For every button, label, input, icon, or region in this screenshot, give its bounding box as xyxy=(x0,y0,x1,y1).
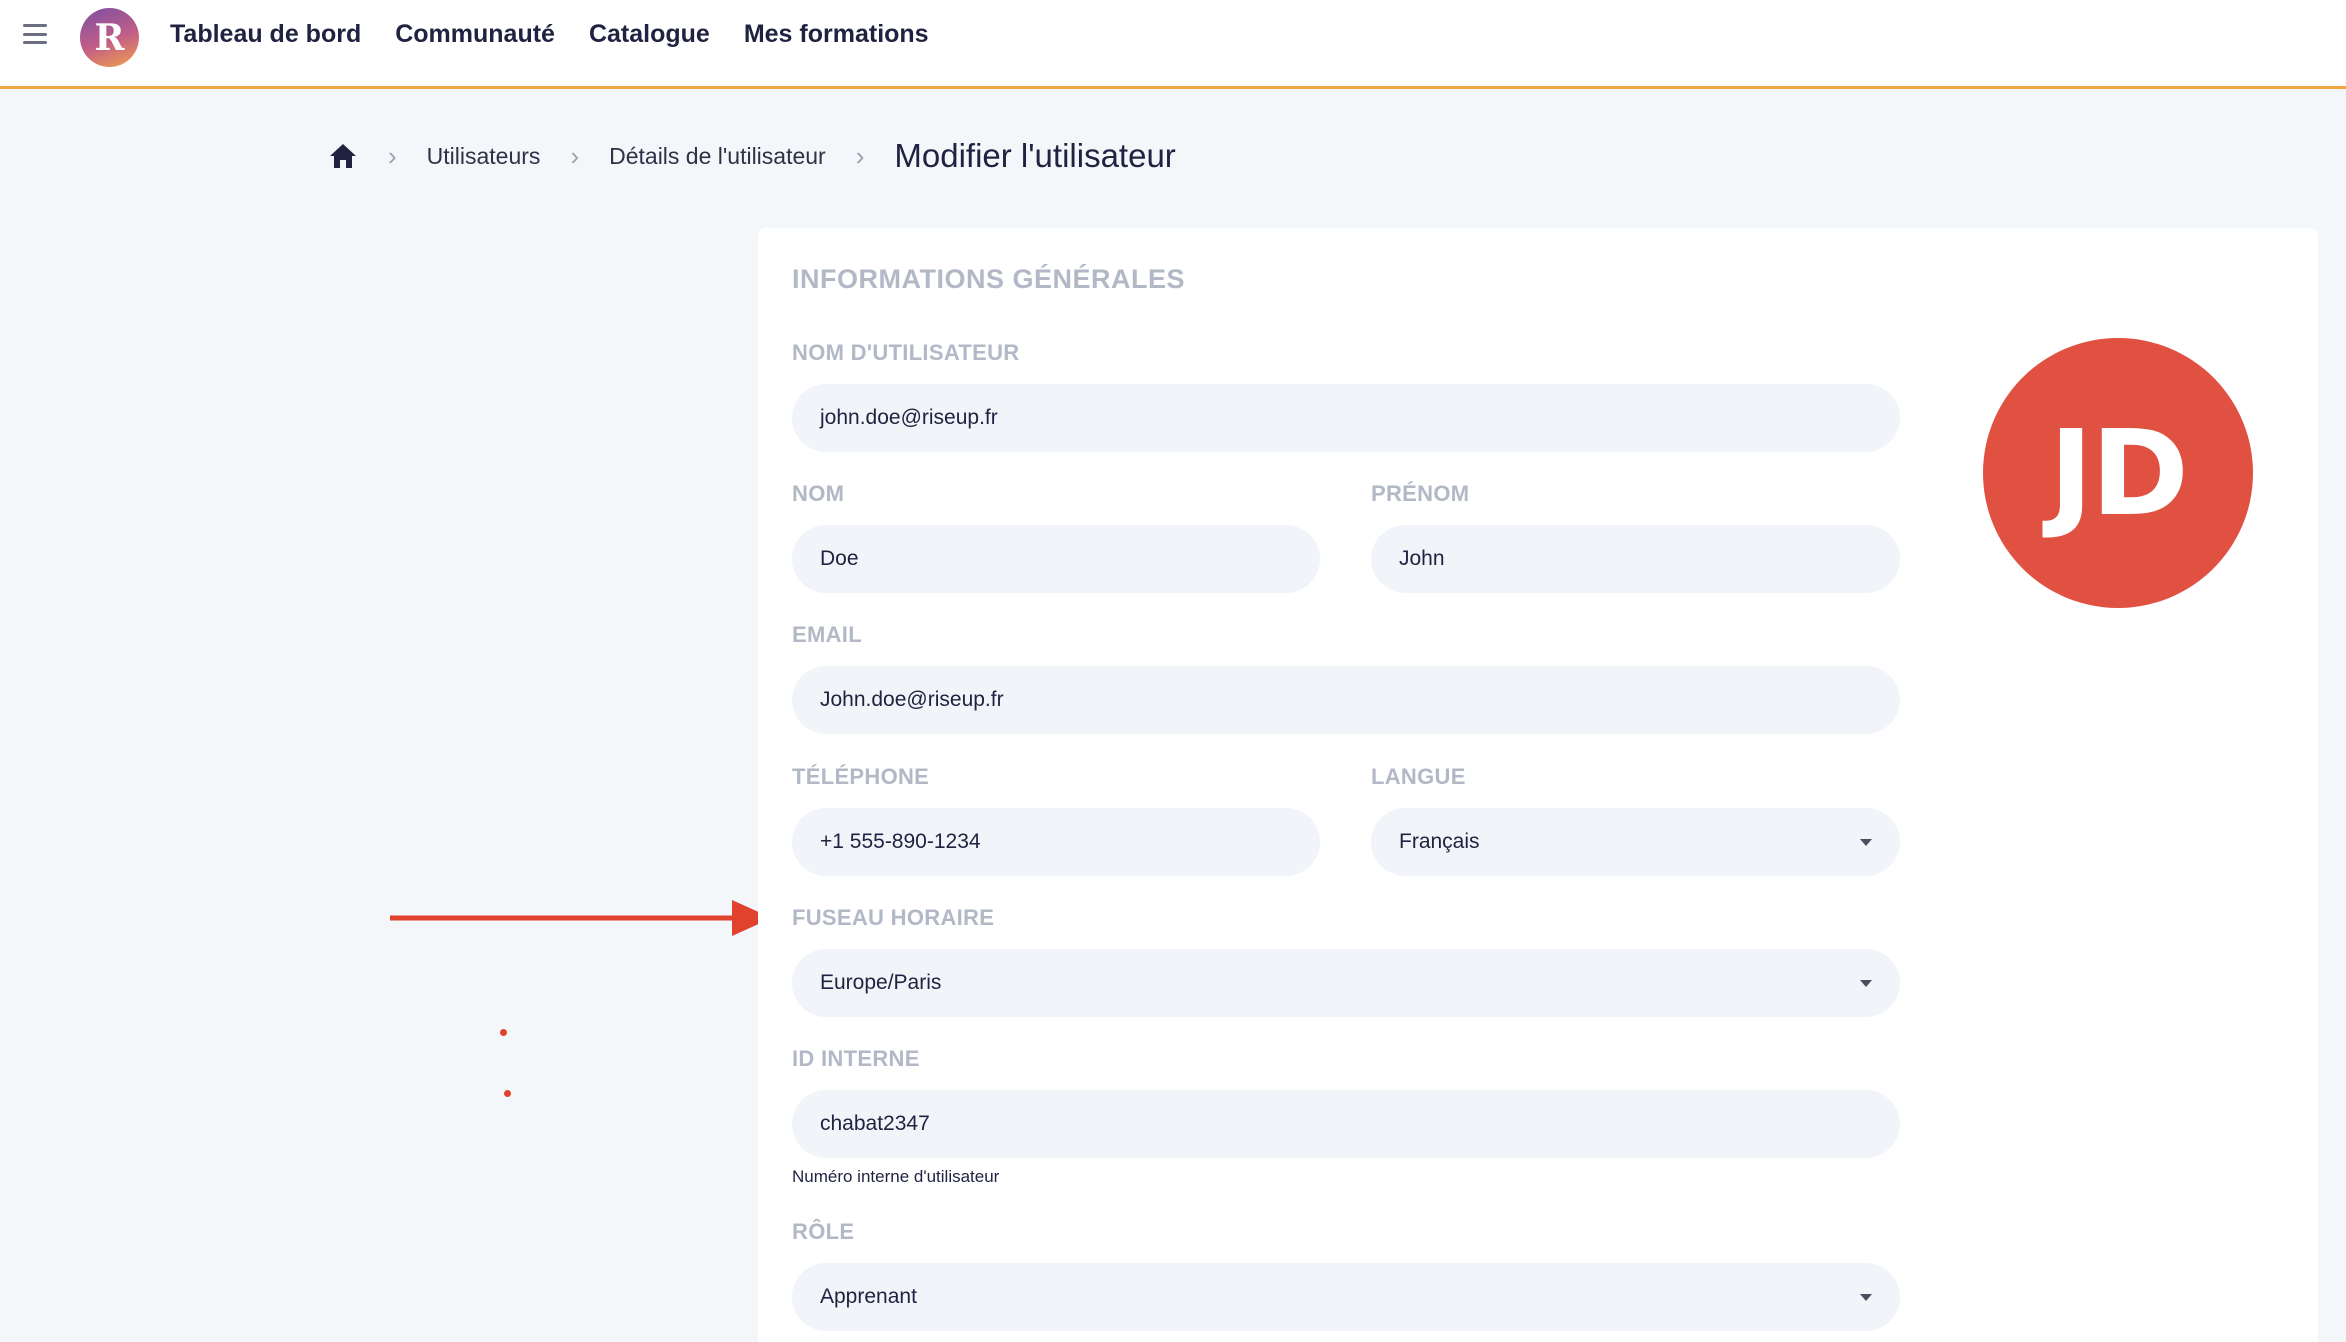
lastname-value: Doe xyxy=(820,547,859,570)
internal-id-field[interactable]: chabat2347 xyxy=(792,1090,1900,1158)
annotation-dot xyxy=(500,1029,507,1036)
nav-mes-formations[interactable]: Mes formations xyxy=(744,20,929,49)
lastname-field[interactable]: Doe xyxy=(792,525,1320,593)
nav-communaute[interactable]: Communauté xyxy=(395,20,555,49)
phone-value: +1 555-890-1234 xyxy=(820,830,981,853)
nav-tableau-de-bord[interactable]: Tableau de bord xyxy=(170,20,361,49)
annotation-dot xyxy=(504,1090,511,1097)
email-label: EMAIL xyxy=(792,622,862,647)
internal-id-helper: Numéro interne d'utilisateur xyxy=(792,1167,1000,1186)
timezone-select[interactable]: Europe/Paris xyxy=(792,949,1900,1017)
avatar[interactable]: JD xyxy=(1983,338,2253,608)
main-nav: Tableau de bord Communauté Catalogue Mes… xyxy=(170,0,929,68)
app-logo[interactable]: R xyxy=(80,8,139,67)
username-field[interactable]: john.doe@riseup.fr xyxy=(792,384,1900,452)
username-value: john.doe@riseup.fr xyxy=(820,406,998,429)
firstname-field[interactable]: John xyxy=(1371,525,1900,593)
breadcrumb-utilisateurs[interactable]: Utilisateurs xyxy=(427,143,541,170)
role-label: RÔLE xyxy=(792,1219,855,1244)
top-navigation-bar: R Tableau de bord Communauté Catalogue M… xyxy=(0,0,2346,89)
breadcrumb-details-utilisateur[interactable]: Détails de l'utilisateur xyxy=(609,143,826,170)
language-select[interactable]: Français xyxy=(1371,808,1900,876)
language-label: LANGUE xyxy=(1371,764,1466,789)
username-label: NOM D'UTILISATEUR xyxy=(792,340,1020,365)
phone-field[interactable]: +1 555-890-1234 xyxy=(792,808,1320,876)
annotation-arrow-icon xyxy=(390,900,772,936)
page-title: Modifier l'utilisateur xyxy=(894,137,1176,174)
breadcrumb-separator-icon: › xyxy=(570,140,580,171)
email-field[interactable]: John.doe@riseup.fr xyxy=(792,666,1900,734)
language-value: Français xyxy=(1399,830,1480,853)
lastname-label: NOM xyxy=(792,481,845,506)
chevron-down-icon xyxy=(1860,839,1872,846)
internal-id-label: ID INTERNE xyxy=(792,1046,920,1071)
role-value: Apprenant xyxy=(820,1285,917,1308)
chevron-down-icon xyxy=(1860,980,1872,987)
section-title: INFORMATIONS GÉNÉRALES xyxy=(792,264,1186,294)
role-select[interactable]: Apprenant xyxy=(792,1263,1900,1331)
firstname-value: John xyxy=(1399,547,1445,570)
timezone-value: Europe/Paris xyxy=(820,971,942,994)
timezone-label: FUSEAU HORAIRE xyxy=(792,905,995,930)
home-icon[interactable] xyxy=(328,142,358,170)
nav-catalogue[interactable]: Catalogue xyxy=(589,20,710,49)
phone-label: TÉLÉPHONE xyxy=(792,764,930,789)
breadcrumb-separator-icon: › xyxy=(855,140,865,171)
firstname-label: PRÉNOM xyxy=(1371,481,1470,506)
hamburger-menu-icon[interactable] xyxy=(23,24,47,44)
breadcrumb-separator-icon: › xyxy=(388,140,397,171)
chevron-down-icon xyxy=(1860,1294,1872,1301)
breadcrumb: › Utilisateurs › Détails de l'utilisateu… xyxy=(328,136,1176,176)
internal-id-value: chabat2347 xyxy=(820,1112,930,1135)
email-value: John.doe@riseup.fr xyxy=(820,688,1004,711)
